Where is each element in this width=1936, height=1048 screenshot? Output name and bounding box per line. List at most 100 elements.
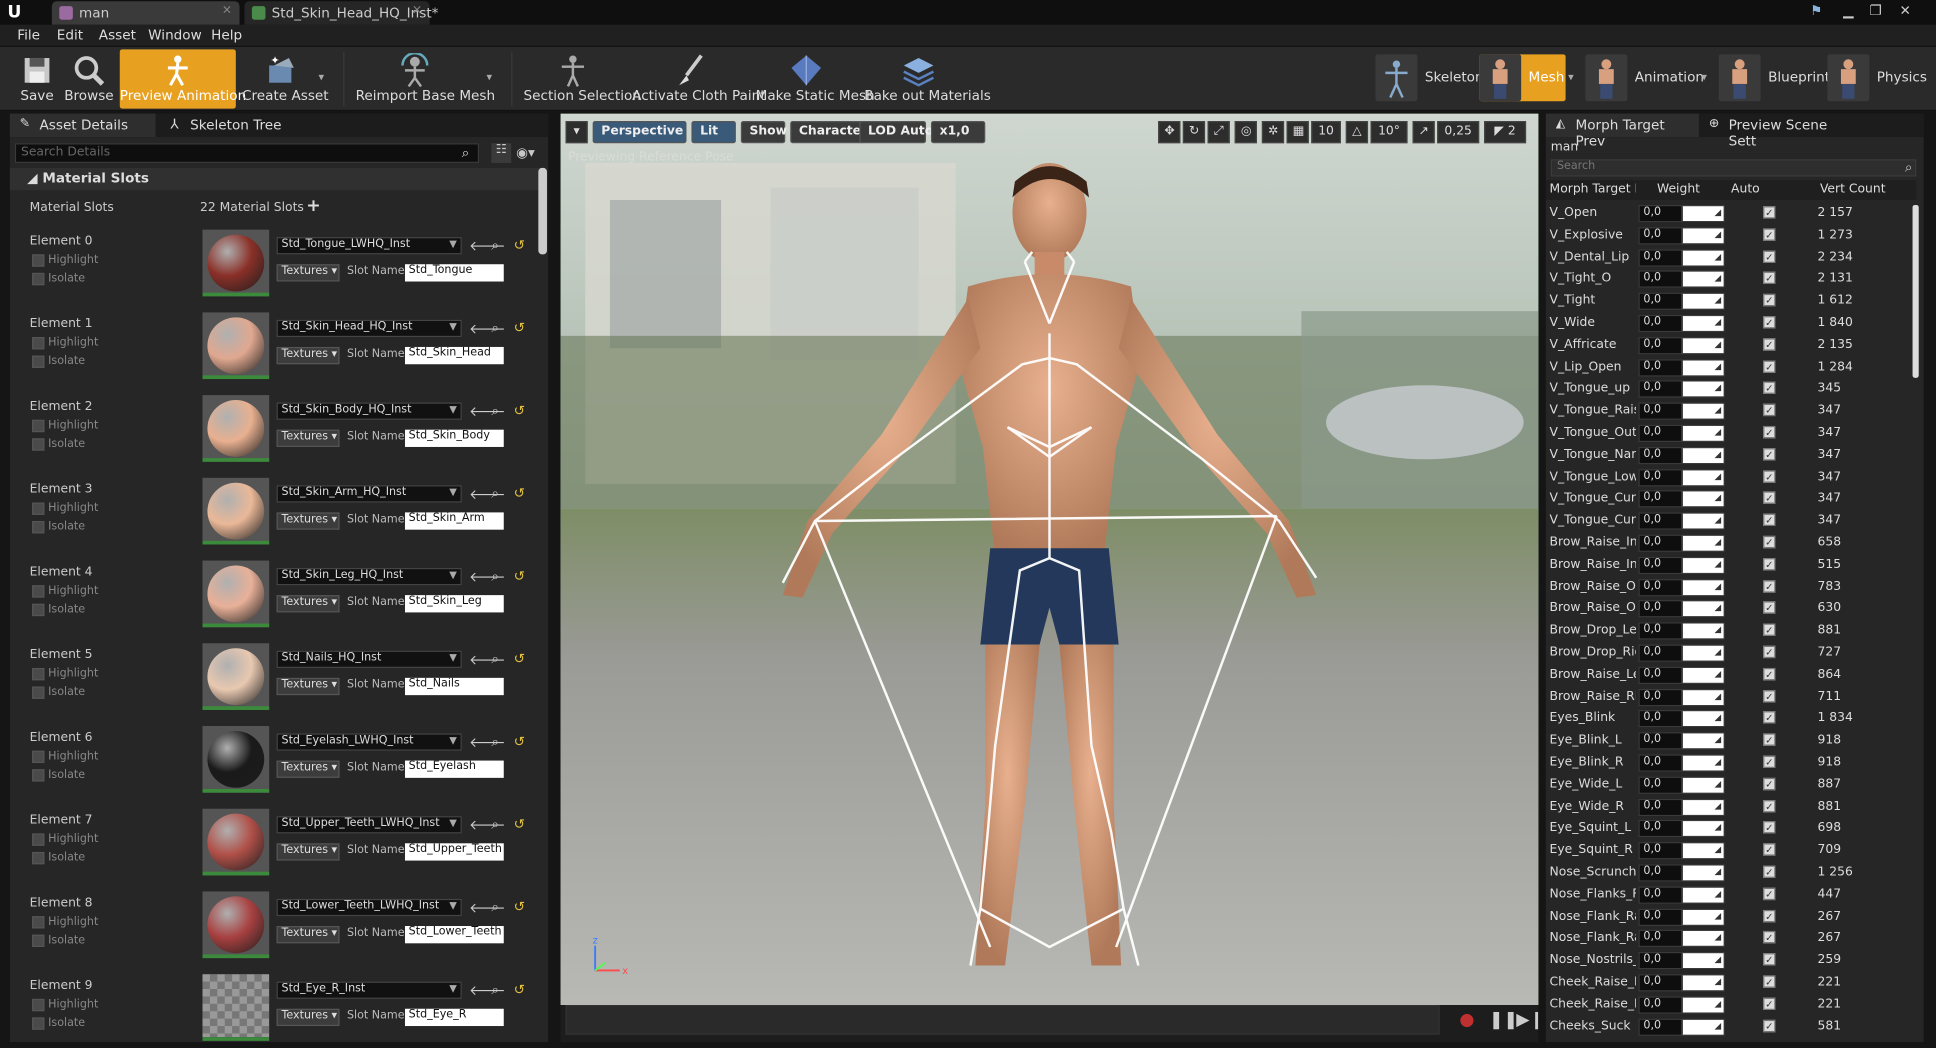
weight-spinbox[interactable]: 0,0 <box>1638 402 1725 421</box>
material-picker[interactable]: Std_Eyelash_LWHQ_Inst ▼ <box>276 733 462 751</box>
auto-checkbox[interactable]: ✓ <box>1763 909 1776 922</box>
weight-spinbox[interactable]: 0,0 <box>1638 270 1725 289</box>
menu-file[interactable]: File <box>17 27 40 43</box>
camera-speed-button[interactable]: ◤ 2 <box>1484 121 1527 144</box>
reset-icon[interactable]: ↺ <box>514 899 525 915</box>
material-picker[interactable]: Std_Eye_R_Inst ▼ <box>276 981 462 999</box>
column-header[interactable]: Vert Count <box>1820 183 1886 197</box>
reset-icon[interactable]: ↺ <box>514 651 525 667</box>
morph-target-row[interactable]: Nose_Nostrils_Fl 0,0 ✓ 259 <box>1546 950 1914 972</box>
auto-checkbox[interactable]: ✓ <box>1763 425 1776 439</box>
weight-spinbox[interactable]: 0,0 <box>1638 336 1725 355</box>
column-header[interactable]: Weight <box>1657 183 1700 197</box>
tab-morph-target-preview[interactable]: ◭ Morph Target Prev <box>1545 113 1699 149</box>
auto-checkbox[interactable]: ✓ <box>1763 513 1776 527</box>
auto-checkbox[interactable]: ✓ <box>1763 250 1776 263</box>
auto-checkbox[interactable]: ✓ <box>1763 645 1776 659</box>
search-icon[interactable]: ⌕ <box>462 144 470 161</box>
surface-snap-icon[interactable]: ✲ <box>1261 121 1285 144</box>
auto-checkbox[interactable]: ✓ <box>1763 623 1776 637</box>
slot-name-field[interactable]: Std_Lower_Teeth <box>404 926 504 944</box>
tab-asset-details[interactable]: ✎ Asset Details <box>9 113 156 138</box>
weight-slider[interactable] <box>1681 535 1724 551</box>
auto-checkbox[interactable]: ✓ <box>1763 447 1776 461</box>
weight-spinbox[interactable]: 0,0 <box>1638 842 1725 860</box>
weight-slider[interactable] <box>1681 623 1724 639</box>
material-thumbnail[interactable] <box>202 395 270 462</box>
weight-slider[interactable] <box>1681 228 1724 243</box>
morph-target-row[interactable]: V_Explosive 0,0 ✓ 1 273 <box>1546 224 1914 246</box>
morph-search-input[interactable]: Search ⌕ <box>1550 159 1917 177</box>
eye-visibility-icon[interactable]: ◉▾ <box>516 144 535 160</box>
use-selected-arrow-icon[interactable]: 🡐 <box>469 899 505 916</box>
browse-search-icon[interactable]: ⌕ <box>491 568 499 585</box>
search-details-input[interactable]: Search Details <box>14 143 480 163</box>
unreal-logo-icon[interactable]: U <box>7 2 29 22</box>
textures-dropdown[interactable]: Textures ▾ <box>276 346 340 365</box>
weight-slider[interactable] <box>1681 579 1724 595</box>
browse-search-icon[interactable]: ⌕ <box>491 237 499 254</box>
morph-target-row[interactable]: V_Tongue_Out 0,0 ✓ 347 <box>1546 422 1914 444</box>
browse-search-icon[interactable]: ⌕ <box>491 403 499 420</box>
material-picker[interactable]: Std_Upper_Teeth_LWHQ_Inst ▼ <box>276 816 462 834</box>
use-selected-arrow-icon[interactable]: 🡐 <box>469 485 505 502</box>
use-selected-arrow-icon[interactable]: 🡐 <box>469 320 505 337</box>
restore-icon[interactable]: ❐ <box>1864 2 1886 19</box>
weight-slider[interactable] <box>1681 975 1724 991</box>
morph-target-row[interactable]: V_Tongue_up 0,0 ✓ 345 <box>1546 378 1914 400</box>
slot-name-field[interactable]: Std_Tongue <box>404 264 504 282</box>
highlight-checkbox[interactable] <box>32 337 45 350</box>
menu-edit[interactable]: Edit <box>57 27 83 43</box>
weight-slider[interactable] <box>1681 931 1724 947</box>
slot-name-field[interactable]: Std_Skin_Leg <box>404 595 504 613</box>
morph-target-row[interactable]: Nose_Flanks_Ra 0,0 ✓ 447 <box>1546 884 1914 906</box>
slot-name-field[interactable]: Std_Upper_Teeth <box>404 843 504 861</box>
isolate-checkbox[interactable] <box>32 521 45 534</box>
use-selected-arrow-icon[interactable]: 🡐 <box>469 733 505 751</box>
material-picker[interactable]: Std_Skin_Leg_HQ_Inst ▼ <box>276 567 462 586</box>
auto-checkbox[interactable]: ✓ <box>1763 403 1776 417</box>
auto-checkbox[interactable]: ✓ <box>1763 777 1776 790</box>
weight-slider[interactable] <box>1681 1019 1724 1035</box>
playback-speed-button[interactable]: x1,0 <box>930 121 986 144</box>
auto-checkbox[interactable]: ✓ <box>1763 975 1776 988</box>
browse-search-icon[interactable]: ⌕ <box>491 320 499 337</box>
tab-man[interactable]: man × <box>51 1 240 25</box>
menu-window[interactable]: Window <box>148 27 202 43</box>
use-selected-arrow-icon[interactable]: 🡐 <box>469 568 505 585</box>
morph-target-row[interactable]: V_Affricate 0,0 ✓ 2 135 <box>1546 334 1914 356</box>
isolate-checkbox[interactable] <box>32 438 45 451</box>
material-thumbnail[interactable] <box>202 312 270 380</box>
weight-slider[interactable] <box>1681 250 1724 265</box>
weight-slider[interactable] <box>1681 469 1724 485</box>
weight-slider[interactable] <box>1681 206 1724 222</box>
use-selected-arrow-icon[interactable]: 🡐 <box>469 982 505 999</box>
textures-dropdown[interactable]: Textures ▾ <box>276 760 340 778</box>
weight-spinbox[interactable]: 0,0 <box>1638 952 1725 970</box>
highlight-checkbox[interactable] <box>32 833 45 846</box>
column-header[interactable]: Morph Target N <box>1550 183 1636 197</box>
weight-spinbox[interactable]: 0,0 <box>1638 248 1725 267</box>
close-icon[interactable]: × <box>412 4 422 18</box>
material-thumbnail[interactable] <box>202 891 270 959</box>
material-thumbnail[interactable] <box>202 560 270 628</box>
slot-name-field[interactable]: Std_Nails <box>404 677 504 696</box>
auto-checkbox[interactable]: ✓ <box>1763 865 1776 878</box>
material-thumbnail[interactable] <box>202 229 270 297</box>
morph-target-row[interactable]: Brow_Raise_Rig 0,0 ✓ 711 <box>1546 686 1914 708</box>
auto-checkbox[interactable]: ✓ <box>1763 206 1776 219</box>
weight-spinbox[interactable]: 0,0 <box>1638 314 1725 333</box>
browse-search-icon[interactable]: ⌕ <box>491 651 499 668</box>
browse-search-icon[interactable]: ⌕ <box>491 485 499 502</box>
weight-spinbox[interactable]: 0,0 <box>1638 666 1725 684</box>
highlight-checkbox[interactable] <box>32 667 45 681</box>
morph-target-row[interactable]: Eye_Wide_L 0,0 ✓ 887 <box>1546 774 1914 796</box>
weight-spinbox[interactable]: 0,0 <box>1638 292 1725 311</box>
weight-slider[interactable] <box>1681 711 1724 727</box>
show-button[interactable]: Show <box>740 121 787 144</box>
auto-checkbox[interactable]: ✓ <box>1763 1019 1776 1032</box>
animation-dropdown-icon[interactable]: ▾ <box>1701 72 1707 84</box>
browse-button[interactable]: Browse <box>64 49 114 108</box>
weight-spinbox[interactable]: 0,0 <box>1638 468 1725 486</box>
isolate-checkbox[interactable] <box>32 1017 45 1030</box>
